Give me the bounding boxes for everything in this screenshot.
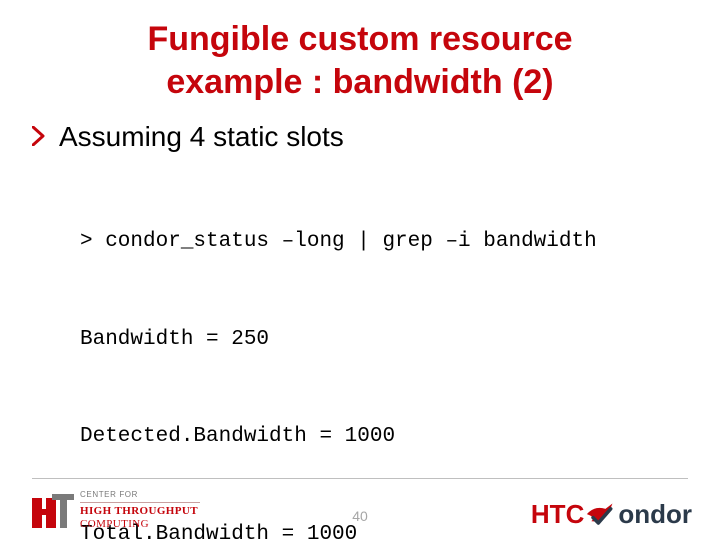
logo-text-ht: HTC	[531, 499, 584, 530]
footer: CENTER FOR HIGH THROUGHPUT COMPUTING 40 …	[0, 478, 720, 540]
slide-title: Fungible custom resource example : bandw…	[0, 0, 720, 111]
title-line-2: example : bandwidth (2)	[166, 63, 553, 101]
title-line-1: Fungible custom resource	[147, 20, 572, 58]
bullet-item: Assuming 4 static slots	[32, 121, 688, 153]
terminal-line: > condor_status –long | grep –i bandwidt…	[80, 226, 688, 259]
chevron-right-icon	[32, 126, 45, 151]
divider	[80, 502, 200, 503]
bullet-text: Assuming 4 static slots	[59, 121, 344, 153]
divider	[32, 478, 688, 479]
logo-htcondor: HTC ondor	[531, 499, 692, 530]
slide: Fungible custom resource example : bandw…	[0, 0, 720, 540]
terminal-line: Bandwidth = 250	[80, 324, 688, 357]
logo-text-ondor: ondor	[618, 499, 692, 530]
logo-line: CENTER FOR	[80, 490, 200, 500]
bird-check-icon	[586, 500, 616, 530]
terminal-line: Detected.Bandwidth = 1000	[80, 421, 688, 454]
slide-body: Assuming 4 static slots > condor_status …	[0, 111, 720, 540]
